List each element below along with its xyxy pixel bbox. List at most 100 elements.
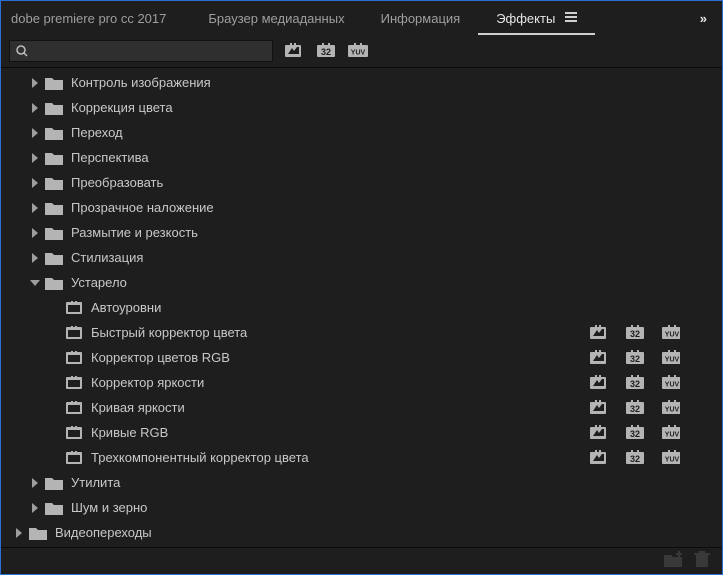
tab-app-title[interactable]: dobe premiere pro cc 2017	[9, 1, 190, 35]
badge-yuv-icon	[662, 326, 680, 340]
effect-badges	[590, 426, 680, 440]
folder-label: Преобразовать	[71, 175, 163, 190]
folder-icon	[45, 176, 63, 190]
disclosure-icon[interactable]	[29, 502, 41, 514]
badge-yuv-icon	[662, 401, 680, 415]
badge-32bit-icon	[626, 326, 644, 340]
effect-auto-levels[interactable]: Автоуровни	[1, 295, 722, 320]
badge-32bit-icon	[626, 376, 644, 390]
disclosure-icon[interactable]	[29, 77, 41, 89]
effect-rgb-color-corrector[interactable]: Корректор цветов RGB	[1, 345, 722, 370]
effect-badges	[590, 326, 680, 340]
effect-badges	[590, 451, 680, 465]
badge-yuv-icon	[662, 376, 680, 390]
disclosure-icon[interactable]	[13, 527, 25, 539]
tab-label: Информация	[381, 11, 461, 26]
effect-badges	[590, 401, 680, 415]
folder-obsolete[interactable]: Устарело	[1, 270, 722, 295]
effect-badges	[590, 351, 680, 365]
folder-icon	[45, 251, 63, 265]
filter-yuv-icon[interactable]	[347, 42, 369, 60]
disclosure-icon[interactable]	[29, 177, 41, 189]
tab-overflow-button[interactable]: »	[692, 11, 714, 26]
folder-label: Контроль изображения	[71, 75, 211, 90]
folder-icon	[45, 476, 63, 490]
panel-footer	[1, 548, 722, 572]
folder-image-control[interactable]: Контроль изображения	[1, 70, 722, 95]
badge-32bit-icon	[626, 351, 644, 365]
folder-utility[interactable]: Утилита	[1, 470, 722, 495]
effect-rgb-curves[interactable]: Кривые RGB	[1, 420, 722, 445]
badge-accelerated-icon	[590, 351, 608, 365]
folder-color-correction[interactable]: Коррекция цвета	[1, 95, 722, 120]
disclosure-icon[interactable]	[29, 277, 41, 289]
folder-transform[interactable]: Преобразовать	[1, 170, 722, 195]
disclosure-icon[interactable]	[29, 102, 41, 114]
badge-32bit-icon	[626, 426, 644, 440]
badge-accelerated-icon	[590, 451, 608, 465]
disclosure-icon[interactable]	[29, 127, 41, 139]
folder-label: Стилизация	[71, 250, 143, 265]
disclosure-icon[interactable]	[29, 252, 41, 264]
effect-label: Кривая яркости	[91, 400, 185, 415]
effect-label: Корректор яркости	[91, 375, 204, 390]
effect-icon	[65, 376, 83, 390]
effect-luma-corrector[interactable]: Корректор яркости	[1, 370, 722, 395]
folder-label: Видеопереходы	[55, 525, 152, 540]
folder-icon	[45, 76, 63, 90]
delete-icon[interactable]	[694, 551, 710, 570]
effect-badges	[590, 376, 680, 390]
search-input[interactable]	[34, 44, 266, 58]
filter-32bit-icon[interactable]	[315, 42, 337, 60]
effect-three-way-color-corrector[interactable]: Трехкомпонентный корректор цвета	[1, 445, 722, 470]
folder-perspective[interactable]: Перспектива	[1, 145, 722, 170]
tab-media-browser[interactable]: Браузер медиаданных	[190, 1, 362, 35]
folder-label: Устарело	[71, 275, 127, 290]
folder-label: Размытие и резкость	[71, 225, 198, 240]
folder-icon	[45, 226, 63, 240]
filter-accelerated-icon[interactable]	[283, 42, 305, 60]
folder-icon	[45, 276, 63, 290]
effects-tree[interactable]: Контроль изображения Коррекция цвета Пер…	[1, 67, 722, 548]
effect-fast-color-corrector[interactable]: Быстрый корректор цвета	[1, 320, 722, 345]
disclosure-icon[interactable]	[29, 202, 41, 214]
disclosure-icon[interactable]	[29, 227, 41, 239]
badge-yuv-icon	[662, 451, 680, 465]
tab-label: dobe premiere pro cc 2017	[11, 11, 166, 26]
effect-icon	[65, 326, 83, 340]
tab-effects[interactable]: Эффекты	[478, 3, 595, 35]
folder-label: Коррекция цвета	[71, 100, 173, 115]
panel-menu-icon[interactable]	[565, 11, 577, 26]
folder-icon	[45, 201, 63, 215]
search-box[interactable]	[9, 40, 273, 62]
folder-noise-grain[interactable]: Шум и зерно	[1, 495, 722, 520]
badge-accelerated-icon	[590, 326, 608, 340]
tab-label: Браузер медиаданных	[208, 11, 344, 26]
disclosure-icon[interactable]	[29, 152, 41, 164]
folder-stylize[interactable]: Стилизация	[1, 245, 722, 270]
effect-luma-curve[interactable]: Кривая яркости	[1, 395, 722, 420]
folder-keying[interactable]: Прозрачное наложение	[1, 195, 722, 220]
badge-accelerated-icon	[590, 376, 608, 390]
search-icon	[16, 45, 28, 57]
effect-icon	[65, 451, 83, 465]
folder-icon	[45, 151, 63, 165]
effect-icon	[65, 401, 83, 415]
badge-accelerated-icon	[590, 426, 608, 440]
disclosure-icon[interactable]	[29, 477, 41, 489]
folder-video-transitions[interactable]: Видеопереходы	[1, 520, 722, 545]
folder-label: Прозрачное наложение	[71, 200, 214, 215]
effect-label: Трехкомпонентный корректор цвета	[91, 450, 309, 465]
folder-transition[interactable]: Переход	[1, 120, 722, 145]
effect-label: Корректор цветов RGB	[91, 350, 230, 365]
panel-tabbar: dobe premiere pro cc 2017 Браузер медиад…	[1, 1, 722, 35]
new-bin-icon[interactable]	[664, 551, 682, 570]
folder-label: Шум и зерно	[71, 500, 147, 515]
effects-toolbar	[1, 35, 722, 67]
folder-icon	[45, 126, 63, 140]
folder-blur-sharpen[interactable]: Размытие и резкость	[1, 220, 722, 245]
effect-icon	[65, 426, 83, 440]
tab-info[interactable]: Информация	[363, 1, 479, 35]
folder-icon	[45, 101, 63, 115]
overflow-glyph: »	[700, 11, 706, 26]
